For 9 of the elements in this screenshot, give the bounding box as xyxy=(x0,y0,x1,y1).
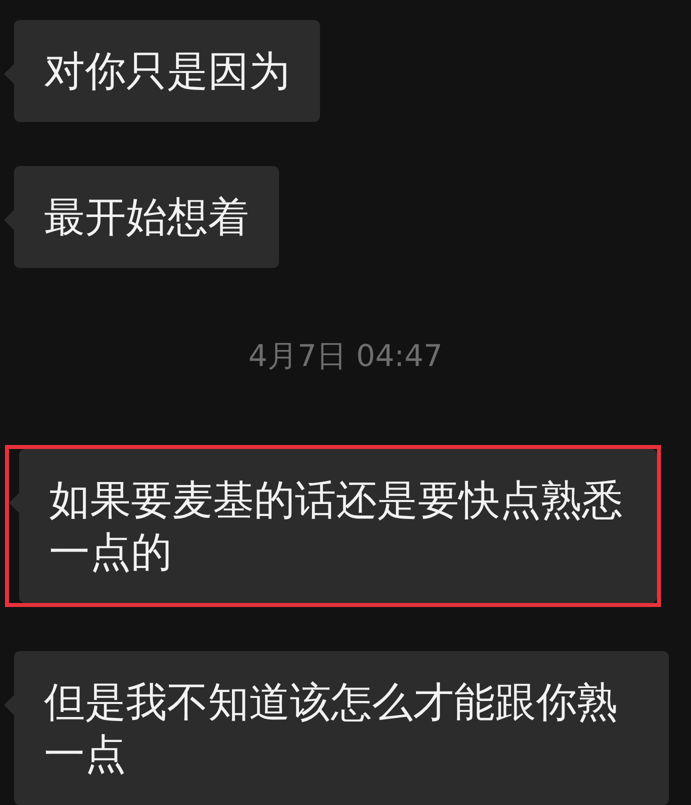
bubble-tail-icon xyxy=(4,64,14,84)
message-bubble: 但是我不知道该怎么才能跟你熟一点 xyxy=(14,651,669,805)
message-bubble: 最开始想着 xyxy=(14,166,279,268)
timestamp: 4月7日 04:47 xyxy=(248,338,443,376)
bubble-tail-icon xyxy=(4,210,14,230)
message-bubble: 如果要麦基的话还是要快点熟悉一点的 xyxy=(19,449,657,603)
message-bubble: 对你只是因为 xyxy=(14,20,320,122)
bubble-tail-icon xyxy=(9,493,19,513)
bubble-tail-icon xyxy=(4,695,14,715)
